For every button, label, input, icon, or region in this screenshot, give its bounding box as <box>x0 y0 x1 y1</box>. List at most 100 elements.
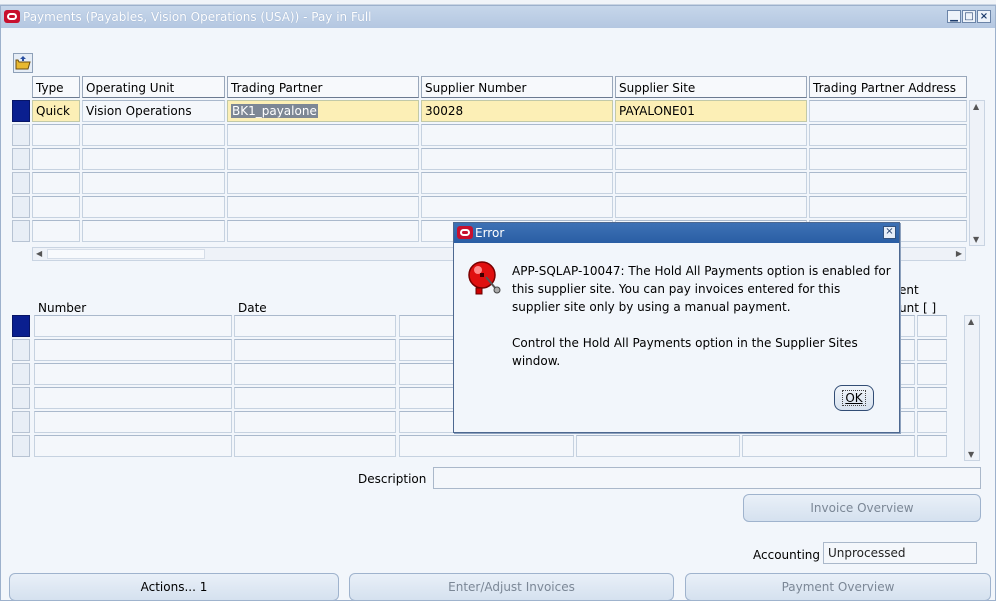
row-marker[interactable] <box>12 196 30 218</box>
grid-cell[interactable] <box>234 315 396 337</box>
grid-cell[interactable] <box>421 148 613 170</box>
minimize-button[interactable]: ▁ <box>947 10 961 23</box>
scroll-left-icon[interactable]: ◀ <box>36 249 42 258</box>
col-header-trading-partner-label: Trading Partner <box>231 81 323 95</box>
accounting-field[interactable]: Unprocessed <box>823 542 977 564</box>
ok-button[interactable]: OK <box>834 385 874 411</box>
col-header-supplier-number-label: Supplier Number <box>425 81 527 95</box>
row-marker-current[interactable] <box>12 100 30 122</box>
scroll-up-icon[interactable]: ▲ <box>968 317 974 326</box>
cell-supplier-number[interactable]: 30028 <box>421 100 613 122</box>
grid-cell[interactable] <box>32 124 80 146</box>
grid-cell[interactable] <box>917 339 947 361</box>
grid-cell[interactable] <box>809 148 967 170</box>
folder-button[interactable] <box>13 53 33 73</box>
grid-cell[interactable] <box>34 339 232 361</box>
grid-cell[interactable] <box>234 339 396 361</box>
bottom-grid-vertical-scrollbar[interactable]: ▲ ▼ <box>964 315 980 461</box>
row-marker[interactable] <box>12 148 30 170</box>
cell-address[interactable] <box>809 100 967 122</box>
scroll-right-icon[interactable]: ▶ <box>956 249 962 258</box>
grid-cell[interactable] <box>32 220 80 242</box>
window-titlebar[interactable]: Payments (Payables, Vision Operations (U… <box>1 6 995 28</box>
grid-cell[interactable] <box>34 315 232 337</box>
payment-overview-button[interactable]: Payment Overview <box>685 573 991 601</box>
grid-cell[interactable] <box>227 124 419 146</box>
grid-cell[interactable] <box>82 124 225 146</box>
actions-button[interactable]: Actions... 1 <box>9 573 339 601</box>
grid-cell[interactable] <box>917 435 947 457</box>
row-marker-current[interactable] <box>12 315 30 337</box>
maximize-button[interactable]: □ <box>962 10 976 23</box>
grid-cell[interactable] <box>34 435 232 457</box>
cell-trading-partner[interactable]: BK1_payalone <box>227 100 419 122</box>
grid-cell[interactable] <box>399 435 574 457</box>
description-field[interactable] <box>433 467 981 489</box>
grid-cell[interactable] <box>82 172 225 194</box>
grid-cell[interactable] <box>234 411 396 433</box>
error-dialog: Error × APP-SQLAP-10047: The Hold All Pa… <box>453 222 900 433</box>
grid-cell[interactable] <box>234 435 396 457</box>
grid-cell[interactable] <box>809 196 967 218</box>
dialog-close-button[interactable]: × <box>883 226 896 239</box>
grid-cell[interactable] <box>34 363 232 385</box>
row-marker[interactable] <box>12 172 30 194</box>
grid-cell[interactable] <box>227 196 419 218</box>
alarm-bell-icon <box>468 261 501 295</box>
scroll-down-icon[interactable]: ▼ <box>973 235 979 244</box>
enter-adjust-invoices-button[interactable]: Enter/Adjust Invoices <box>349 573 674 601</box>
col-header-date: Date <box>238 301 267 315</box>
grid-cell[interactable] <box>421 196 613 218</box>
grid-cell[interactable] <box>917 315 947 337</box>
grid-cell[interactable] <box>421 124 613 146</box>
row-marker[interactable] <box>12 124 30 146</box>
top-grid-vertical-scrollbar[interactable]: ▲ ▼ <box>969 100 985 246</box>
grid-cell[interactable] <box>32 148 80 170</box>
scroll-up-icon[interactable]: ▲ <box>973 102 979 111</box>
accounting-label: Accounting <box>753 548 821 562</box>
dialog-titlebar[interactable]: Error × <box>454 223 899 243</box>
oracle-logo-icon <box>457 226 473 239</box>
row-marker[interactable] <box>12 220 30 242</box>
grid-cell[interactable] <box>234 387 396 409</box>
grid-cell[interactable] <box>82 220 225 242</box>
cell-supplier-site[interactable]: PAYALONE01 <box>615 100 807 122</box>
cell-operating-unit[interactable]: Vision Operations <box>82 100 225 122</box>
grid-cell[interactable] <box>34 411 232 433</box>
grid-cell[interactable] <box>227 220 419 242</box>
grid-cell[interactable] <box>615 124 807 146</box>
grid-cell[interactable] <box>615 172 807 194</box>
close-window-button[interactable]: × <box>977 10 991 23</box>
col-header-supplier-site: Supplier Site <box>615 76 807 98</box>
grid-cell[interactable] <box>615 148 807 170</box>
cell-type[interactable]: Quick <box>32 100 80 122</box>
scroll-down-icon[interactable]: ▼ <box>968 450 974 459</box>
row-marker[interactable] <box>12 387 30 409</box>
grid-cell[interactable] <box>227 172 419 194</box>
grid-cell[interactable] <box>809 172 967 194</box>
grid-cell[interactable] <box>82 196 225 218</box>
grid-cell[interactable] <box>421 172 613 194</box>
grid-cell[interactable] <box>82 148 225 170</box>
cell-type-value: Quick <box>36 104 70 118</box>
grid-cell[interactable] <box>32 172 80 194</box>
oracle-logo-icon[interactable] <box>4 10 20 23</box>
grid-cell[interactable] <box>917 363 947 385</box>
grid-cell[interactable] <box>34 387 232 409</box>
grid-cell[interactable] <box>576 435 740 457</box>
grid-cell[interactable] <box>227 148 419 170</box>
grid-cell[interactable] <box>809 124 967 146</box>
grid-cell[interactable] <box>917 387 947 409</box>
invoice-overview-button[interactable]: Invoice Overview <box>743 494 981 522</box>
grid-cell[interactable] <box>917 411 947 433</box>
grid-cell[interactable] <box>742 435 915 457</box>
row-marker[interactable] <box>12 363 30 385</box>
row-marker[interactable] <box>12 339 30 361</box>
grid-cell[interactable] <box>615 196 807 218</box>
row-marker[interactable] <box>12 411 30 433</box>
grid-cell[interactable] <box>32 196 80 218</box>
grid-cell[interactable] <box>234 363 396 385</box>
cell-operating-unit-value: Vision Operations <box>86 104 192 118</box>
row-marker[interactable] <box>12 435 30 457</box>
horizontal-scroll-thumb[interactable] <box>47 249 205 259</box>
